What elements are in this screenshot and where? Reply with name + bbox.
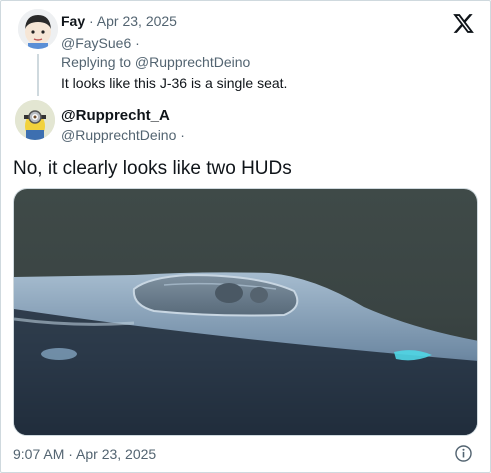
main-author-name[interactable]: @Rupprecht_A xyxy=(61,107,170,125)
fay-avatar[interactable] xyxy=(18,9,58,49)
jet-photo xyxy=(14,189,477,435)
parent-tweet-date[interactable]: Apr 23, 2025 xyxy=(97,13,177,29)
main-author-handle[interactable]: @RupprechtDeino · xyxy=(61,127,185,144)
parent-tweet-header: Fay · Apr 23, 2025 xyxy=(61,13,177,30)
tweet-media-image[interactable] xyxy=(13,188,478,436)
tweet-timestamp[interactable]: 9:07 AM · Apr 23, 2025 xyxy=(13,446,156,463)
thread-connector-line xyxy=(37,54,39,96)
parent-author-name[interactable]: Fay xyxy=(61,13,85,29)
rupprecht-avatar[interactable] xyxy=(15,100,55,140)
header-separator: · xyxy=(85,13,97,29)
parent-author-handle[interactable]: @FaySue6 · xyxy=(61,35,140,52)
replying-to-label[interactable]: Replying to @RupprechtDeino xyxy=(61,54,250,71)
info-icon[interactable] xyxy=(454,444,473,463)
x-logo-icon[interactable] xyxy=(452,12,475,35)
parent-tweet-text: It looks like this J-36 is a single seat… xyxy=(61,75,288,91)
main-tweet-text: No, it clearly looks like two HUDs xyxy=(13,158,292,179)
